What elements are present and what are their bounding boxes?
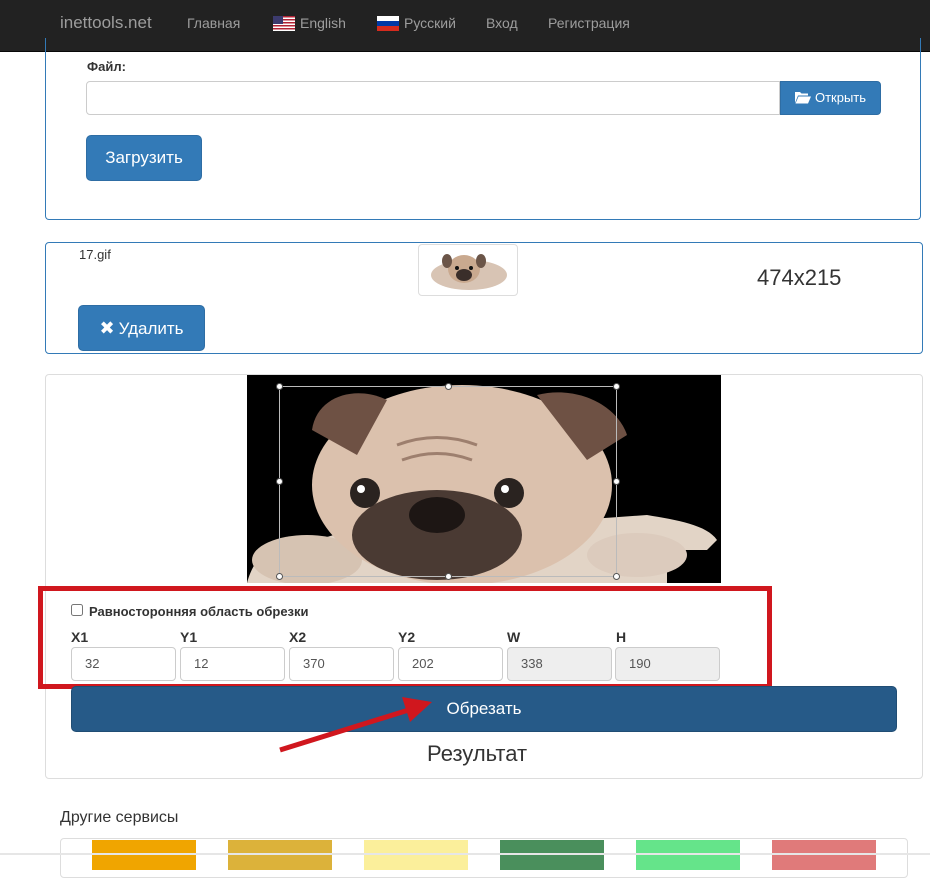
file-name: 17.gif (79, 247, 111, 262)
brand-link[interactable]: inettools.net (60, 13, 152, 33)
us-flag-icon (273, 16, 295, 31)
other-services-title: Другие сервисы (60, 809, 179, 826)
file-thumbnail (418, 244, 518, 296)
nav-english-label: English (300, 15, 346, 31)
crop-handle-s[interactable] (445, 573, 452, 580)
crop-handle-nw[interactable] (276, 383, 283, 390)
open-file-button[interactable]: Открыть (780, 81, 881, 115)
nav-home[interactable]: Главная (187, 15, 240, 31)
nav-russian[interactable]: Русский (377, 15, 456, 31)
upload-panel (45, 38, 921, 220)
crop-handle-se[interactable] (613, 573, 620, 580)
delete-button[interactable]: ✖ Удалить (78, 305, 205, 351)
service-tile[interactable] (500, 840, 604, 870)
upload-button[interactable]: Загрузить (86, 135, 202, 181)
nav-english[interactable]: English (273, 15, 346, 31)
file-label: Файл: (87, 59, 126, 74)
service-tile[interactable] (228, 840, 332, 870)
crop-handle-e[interactable] (613, 478, 620, 485)
crop-handle-sw[interactable] (276, 573, 283, 580)
delete-label: Удалить (118, 319, 184, 338)
image-dimensions: 474x215 (757, 265, 842, 290)
service-tile[interactable] (636, 840, 740, 870)
close-icon: ✖ (99, 318, 115, 338)
crop-handle-w[interactable] (276, 478, 283, 485)
crop-handle-n[interactable] (445, 383, 452, 390)
nav-russian-label: Русский (404, 15, 456, 31)
crop-selection[interactable] (276, 383, 620, 580)
highlight-box (38, 586, 772, 689)
service-tile[interactable] (772, 840, 876, 870)
folder-open-icon (794, 84, 811, 116)
service-tile[interactable] (364, 840, 468, 870)
nav-register[interactable]: Регистрация (548, 15, 630, 31)
nav-login[interactable]: Вход (486, 15, 518, 31)
result-heading: Результат (427, 741, 528, 766)
file-path-input[interactable] (86, 81, 780, 115)
ru-flag-icon (377, 16, 399, 31)
open-file-label: Открыть (814, 90, 867, 105)
service-tile[interactable] (92, 840, 196, 870)
crop-button[interactable]: Обрезать (71, 686, 897, 732)
crop-handle-ne[interactable] (613, 383, 620, 390)
